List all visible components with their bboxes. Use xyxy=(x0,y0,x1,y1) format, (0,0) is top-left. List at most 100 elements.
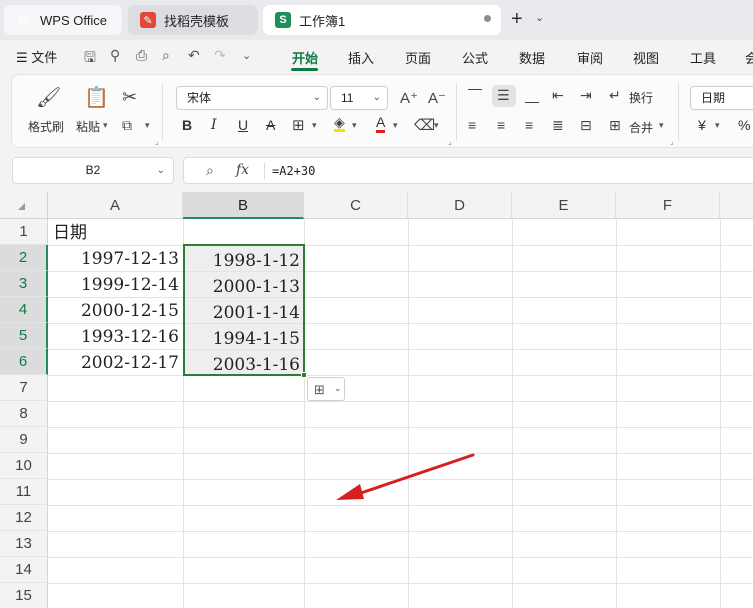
chevron-down-icon[interactable]: ▾ xyxy=(352,120,357,131)
name-box[interactable]: B2 ⌄ xyxy=(12,157,174,184)
row-header-8[interactable]: 8 xyxy=(0,401,48,427)
cell-a3[interactable]: 1999-12-14 xyxy=(48,272,183,298)
fill-handle[interactable] xyxy=(301,372,307,378)
distributed-align-icon[interactable]: ⊟ xyxy=(580,117,592,134)
border-icon[interactable]: ⊞ xyxy=(292,116,305,134)
percent-format-button[interactable]: % xyxy=(738,117,750,133)
merge-cells-button[interactable]: 合并 xyxy=(629,119,653,136)
number-format-select[interactable]: 日期 xyxy=(690,86,753,110)
column-header-b[interactable]: B xyxy=(183,192,304,219)
font-color-button[interactable]: A xyxy=(376,115,386,133)
align-top-icon[interactable]: ⎺ xyxy=(468,87,482,104)
save-icon[interactable]: 🖫 xyxy=(84,47,96,71)
tab-tools[interactable]: 工具 xyxy=(690,48,716,67)
row-header-5[interactable]: 5 xyxy=(0,323,48,349)
justify-icon[interactable]: ≣ xyxy=(552,117,564,134)
new-tab-icon[interactable]: + xyxy=(511,8,523,31)
row-header-2[interactable]: 2 xyxy=(0,245,48,271)
tab-view[interactable]: 视图 xyxy=(633,48,659,67)
chevron-down-icon[interactable]: ▾ xyxy=(145,120,150,131)
eraser-icon[interactable]: ⌫ xyxy=(414,116,435,134)
dialog-launcher-icon[interactable]: ⌟ xyxy=(448,137,452,146)
increase-font-icon[interactable]: A⁺ xyxy=(400,89,418,107)
tab-home[interactable]: 开始 xyxy=(292,48,318,67)
row-header-10[interactable]: 10 xyxy=(0,453,48,479)
select-all-corner[interactable] xyxy=(0,192,48,219)
format-painter-button[interactable]: 格式刷 xyxy=(28,118,64,135)
cut-icon[interactable]: ✂ xyxy=(122,87,137,108)
underline-button[interactable]: U xyxy=(238,117,248,133)
font-size-select[interactable]: 11 ⌄ xyxy=(330,86,388,110)
share-icon[interactable]: ⚲ xyxy=(110,47,120,64)
row-header-13[interactable]: 13 xyxy=(0,531,48,557)
merge-cells-icon[interactable]: ⊞ xyxy=(609,117,621,134)
close-tab-icon[interactable] xyxy=(484,15,491,22)
tab-formula[interactable]: 公式 xyxy=(462,48,488,67)
spreadsheet-grid[interactable]: A B C D E F 1 2 3 4 5 6 7 8 9 10 11 12 1… xyxy=(0,192,753,608)
column-header-e[interactable]: E xyxy=(512,192,616,219)
zoom-icon[interactable]: ⌕ xyxy=(206,162,214,179)
bold-button[interactable]: B xyxy=(182,117,192,133)
row-header-1[interactable]: 1 xyxy=(0,219,48,245)
copy-icon[interactable]: ⧉ xyxy=(122,117,132,134)
currency-format-button[interactable]: ¥ xyxy=(698,117,706,133)
row-header-9[interactable]: 9 xyxy=(0,427,48,453)
tab-wps-office[interactable]: W WPS Office xyxy=(4,5,122,35)
column-header-f[interactable]: F xyxy=(616,192,720,219)
cell-a6[interactable]: 2002-12-17 xyxy=(48,350,183,376)
cell-a1[interactable]: 日期 xyxy=(48,220,183,246)
chevron-down-icon[interactable]: ▾ xyxy=(434,120,439,131)
column-header-c[interactable]: C xyxy=(304,192,408,219)
paste-button[interactable]: 粘贴 xyxy=(76,118,100,135)
tab-page[interactable]: 页面 xyxy=(405,48,431,67)
chevron-down-icon[interactable]: ▾ xyxy=(312,120,317,131)
row-header-4[interactable]: 4 xyxy=(0,297,48,323)
strikethrough-button[interactable]: A xyxy=(266,117,275,133)
paste-icon[interactable]: 📋 xyxy=(84,85,109,110)
redo-icon[interactable]: ↷ xyxy=(214,47,226,64)
increase-indent-icon[interactable]: ⇥ xyxy=(580,87,592,104)
decrease-indent-icon[interactable]: ⇤ xyxy=(552,87,564,104)
font-name-select[interactable]: 宋体 ⌄ xyxy=(176,86,328,110)
chevron-down-icon[interactable]: ▾ xyxy=(103,120,108,131)
cell-a4[interactable]: 2000-12-15 xyxy=(48,298,183,324)
decrease-font-icon[interactable]: A⁻ xyxy=(428,89,446,107)
row-header-6[interactable]: 6 xyxy=(0,349,48,375)
row-header-15[interactable]: 15 xyxy=(0,583,48,608)
file-menu-button[interactable]: ☰ 文件 xyxy=(16,47,57,66)
row-header-3[interactable]: 3 xyxy=(0,271,48,297)
print-preview-icon[interactable]: ⌕ xyxy=(162,47,170,64)
print-icon[interactable]: ⎙ xyxy=(136,47,147,64)
chevron-down-icon[interactable]: ▾ xyxy=(715,120,720,131)
formula-input[interactable]: =A2+30 xyxy=(272,164,315,178)
cell-a5[interactable]: 1993-12-16 xyxy=(48,324,183,350)
align-bottom-icon[interactable]: ⎽ xyxy=(525,87,539,104)
dialog-launcher-icon[interactable]: ⌟ xyxy=(670,137,674,146)
wrap-text-icon[interactable]: ↵ xyxy=(609,87,621,104)
chevron-down-icon[interactable]: ▾ xyxy=(393,120,398,131)
tab-templates[interactable]: ✎ 找稻壳模板 xyxy=(128,5,258,35)
dialog-launcher-icon[interactable]: ⌟ xyxy=(155,137,159,146)
align-right-icon[interactable]: ≡ xyxy=(525,117,533,133)
tab-data[interactable]: 数据 xyxy=(519,48,545,67)
fill-color-icon[interactable]: ◈ xyxy=(334,115,345,132)
italic-button[interactable]: I xyxy=(211,117,217,133)
wrap-text-button[interactable]: 换行 xyxy=(629,89,653,106)
format-painter-icon[interactable]: 🖌 xyxy=(36,85,61,110)
row-header-11[interactable]: 11 xyxy=(0,479,48,505)
align-left-icon[interactable]: ≡ xyxy=(468,117,476,133)
undo-icon[interactable]: ↶ xyxy=(188,47,200,64)
row-header-14[interactable]: 14 xyxy=(0,557,48,583)
insert-function-button[interactable]: fx xyxy=(236,162,249,178)
column-header-a[interactable]: A xyxy=(48,192,183,219)
tab-review[interactable]: 审阅 xyxy=(577,48,603,67)
align-center-icon[interactable]: ≡ xyxy=(497,117,505,133)
formula-bar[interactable]: ⌕ fx =A2+30 xyxy=(183,157,753,184)
chevron-down-icon[interactable]: ⌄ xyxy=(535,11,544,24)
tab-insert[interactable]: 插入 xyxy=(348,48,374,67)
autofill-options-button[interactable]: ⊞ ⌄ xyxy=(307,377,345,401)
column-header-d[interactable]: D xyxy=(408,192,512,219)
column-header-g[interactable] xyxy=(720,192,753,219)
tab-workbook[interactable]: S 工作簿1 xyxy=(263,5,501,35)
chevron-down-icon[interactable]: ▾ xyxy=(659,120,664,131)
